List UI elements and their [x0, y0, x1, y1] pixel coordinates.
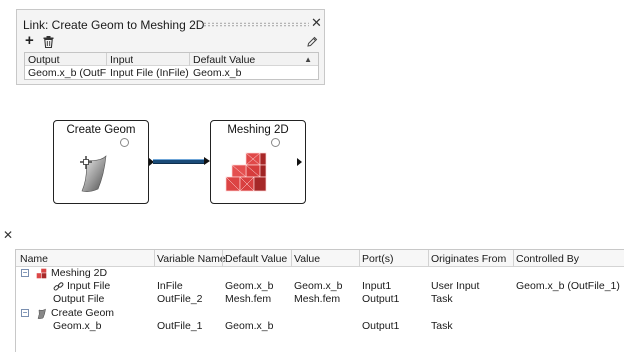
default-value-cell: Geom.x_b — [225, 280, 274, 292]
table-row[interactable]: Geom.x_b OutFile_1 Geom.x_b Output1 Task — [16, 320, 624, 333]
collapse-toggle[interactable]: − — [21, 309, 29, 317]
originates-from-cell: Task — [431, 320, 453, 332]
node-meshing-2d[interactable]: Meshing 2D — [210, 120, 306, 204]
variable-name-cell: InFile — [157, 280, 183, 292]
group-label: Create Geom — [51, 307, 115, 319]
collapse-toggle[interactable]: − — [21, 269, 29, 277]
name-cell: Geom.x_b — [53, 320, 102, 332]
link-table-header: Output Input Default Value ▲ — [25, 53, 318, 66]
chevron-up-icon[interactable]: ▲ — [304, 55, 312, 64]
variable-name-cell: OutFile_1 — [157, 320, 203, 332]
default-value-cell: Geom.x_b — [225, 320, 274, 332]
name-cell: Output File — [53, 293, 105, 305]
default-value-cell: Geom.x_b — [193, 67, 242, 79]
properties-table-header: Name Variable Name Default Value Value P… — [16, 250, 624, 267]
table-row[interactable]: Output File OutFile_2 Mesh.fem Mesh.fem … — [16, 293, 624, 306]
input-cell: Input File (InFile) — [110, 67, 189, 79]
controlled-by-cell: Geom.x_b (OutFile_1) — [516, 280, 620, 292]
link-connector[interactable] — [153, 159, 205, 164]
name-cell: Input File — [67, 280, 111, 292]
status-indicator — [120, 138, 129, 147]
tree-group-meshing-2d[interactable]: − Meshing 2D — [16, 267, 624, 280]
originates-from-cell: User Input — [431, 280, 480, 292]
node-create-geom[interactable]: Create Geom — [53, 120, 154, 204]
column-header-output[interactable]: Output — [28, 54, 60, 66]
ports-cell: Output1 — [362, 320, 400, 332]
group-label: Meshing 2D — [51, 267, 108, 279]
node-title: Create Geom — [66, 124, 136, 136]
status-indicator — [271, 138, 280, 147]
add-button[interactable]: + — [25, 33, 34, 48]
value-cell[interactable]: Geom.x_b — [294, 280, 342, 293]
variable-name-cell: OutFile_2 — [157, 293, 203, 305]
column-header-default-value[interactable]: Default Value — [225, 253, 287, 265]
ports-cell: Output1 — [362, 293, 400, 305]
link-icon — [53, 281, 64, 292]
surface-patch-icon — [36, 308, 47, 319]
column-header-originates-from[interactable]: Originates From — [431, 253, 506, 265]
meshed-blocks-icon — [224, 151, 268, 198]
table-row[interactable]: Geom.x_b (OutFil... Input File (InFile) … — [25, 66, 318, 80]
link-dialog: Link: Create Geom to Meshing 2D ✕ + Outp… — [16, 9, 325, 85]
node-title: Meshing 2D — [227, 124, 289, 136]
value-cell[interactable]: Mesh.fem — [294, 293, 340, 306]
output-cell: Geom.x_b (OutFil... — [28, 67, 106, 79]
originates-from-cell: Task — [431, 293, 453, 305]
drag-handle[interactable] — [203, 22, 309, 27]
ports-cell: Input1 — [362, 280, 392, 292]
meshed-blocks-icon — [36, 268, 47, 279]
column-header-variable-name[interactable]: Variable Name — [157, 253, 226, 265]
surface-patch-icon — [74, 153, 110, 196]
pencil-icon[interactable] — [306, 36, 318, 48]
column-header-controlled-by[interactable]: Controlled By — [516, 253, 579, 265]
column-header-name[interactable]: Name — [20, 253, 48, 265]
column-header-ports[interactable]: Port(s) — [362, 253, 394, 265]
output-port[interactable] — [297, 158, 302, 166]
tree-group-create-geom[interactable]: − Create Geom — [16, 307, 624, 320]
column-header-default-value[interactable]: Default Value — [193, 54, 255, 66]
close-icon[interactable]: ✕ — [311, 15, 322, 31]
link-table: Output Input Default Value ▲ Geom.x_b (O… — [24, 52, 319, 80]
trash-icon[interactable] — [43, 36, 54, 49]
table-row[interactable]: Input File InFile Geom.x_b Geom.x_b Inpu… — [16, 280, 624, 293]
properties-table: Name Variable Name Default Value Value P… — [15, 249, 624, 352]
dialog-title: Link: Create Geom to Meshing 2D — [23, 18, 205, 32]
column-header-value[interactable]: Value — [294, 253, 320, 265]
column-header-input[interactable]: Input — [110, 54, 133, 66]
close-icon[interactable]: ✕ — [3, 228, 13, 242]
default-value-cell: Mesh.fem — [225, 293, 272, 305]
